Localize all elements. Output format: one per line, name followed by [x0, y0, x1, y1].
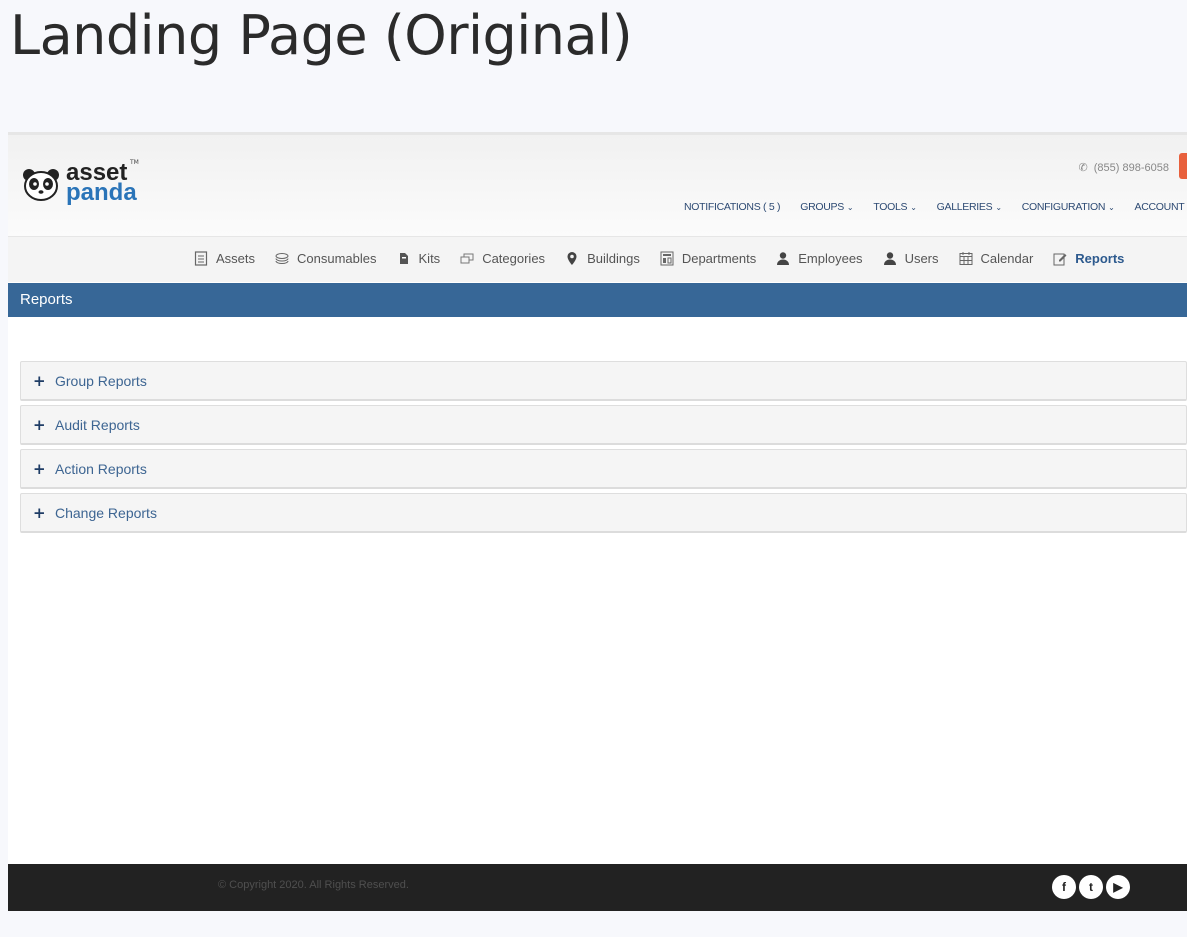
nav-configuration[interactable]: CONFIGURATION ⌄	[1022, 201, 1115, 213]
panda-logo-icon	[23, 169, 59, 201]
subnav-item-calendar[interactable]: Calendar	[959, 251, 1034, 266]
plus-icon: +	[33, 459, 46, 478]
logo-trademark: TM	[130, 159, 139, 166]
copyright-text: © Copyright 2020. All Rights Reserved.	[218, 879, 409, 891]
stack-icon	[275, 253, 289, 265]
chevron-down-icon: ⌄	[910, 202, 917, 212]
subnav-item-assets[interactable]: Assets	[194, 251, 255, 266]
subnav-label: Calendar	[980, 251, 1034, 266]
subnav-label: Buildings	[587, 251, 640, 266]
nav-account[interactable]: ACCOUNT	[1135, 201, 1185, 213]
department-icon	[660, 251, 674, 266]
chevron-down-icon: ⌄	[995, 202, 1002, 212]
accordion-group-reports[interactable]: + Group Reports	[20, 361, 1187, 401]
map-pin-icon	[567, 252, 577, 265]
nav-tools[interactable]: TOOLS ⌄	[873, 201, 917, 213]
chevron-down-icon: ⌄	[846, 202, 854, 212]
subnav-label: Assets	[216, 251, 256, 266]
footer: © Copyright 2020. All Rights Reserved. f…	[8, 864, 1187, 911]
nav-galleries[interactable]: GALLERIES ⌄	[937, 201, 1002, 213]
subnav-item-buildings[interactable]: Buildings	[565, 251, 640, 266]
nav-label: NOTIFICATIONS ( 5 )	[684, 201, 781, 213]
page-heading: Landing Page (Original)	[10, 4, 633, 67]
logo-text-panda: panda	[66, 179, 137, 206]
kit-icon	[399, 253, 408, 264]
plus-icon: +	[33, 503, 46, 522]
accordion-label: Change Reports	[55, 504, 157, 521]
orange-action-tab[interactable]	[1179, 153, 1187, 179]
accordion-audit-reports[interactable]: + Audit Reports	[20, 405, 1187, 445]
app-frame: asset TM panda ✆ (855) 898-6058 NOTIFICA…	[8, 132, 1187, 911]
module-navigation: Assets Consumables Kits Categories Build…	[8, 236, 1187, 282]
accordion-action-reports[interactable]: + Action Reports	[20, 449, 1187, 489]
facebook-icon[interactable]: f	[1052, 875, 1076, 899]
social-links: f t ▶	[1052, 875, 1130, 899]
subnav-label: Users	[904, 251, 939, 266]
phone-number: (855) 898-6058	[1093, 161, 1169, 174]
subnav-item-reports[interactable]: Reports	[1053, 251, 1124, 266]
person-icon	[883, 252, 896, 265]
top-navigation: NOTIFICATIONS ( 5 ) GROUPS ⌄ TOOLS ⌄ GAL…	[684, 201, 1185, 213]
nav-notifications[interactable]: NOTIFICATIONS ( 5 )	[684, 201, 781, 213]
subnav-label: Categories	[482, 251, 546, 266]
folders-icon	[460, 253, 474, 264]
document-icon	[194, 251, 208, 266]
edit-icon	[1053, 253, 1067, 266]
phone-icon: ✆	[1078, 162, 1088, 174]
section-title-bar: Reports	[8, 283, 1187, 317]
subnav-label: Kits	[418, 251, 441, 266]
accordion-change-reports[interactable]: + Change Reports	[20, 493, 1187, 533]
subnav-label: Consumables	[297, 251, 377, 266]
plus-icon: +	[33, 371, 46, 390]
subnav-label: Reports	[1075, 251, 1125, 266]
subnav-item-consumables[interactable]: Consumables	[275, 251, 377, 266]
accordion-label: Group Reports	[55, 372, 147, 389]
chevron-down-icon: ⌄	[1108, 202, 1115, 212]
nav-label: GALLERIES	[936, 201, 993, 213]
subnav-label: Employees	[798, 251, 863, 266]
youtube-icon[interactable]: ▶	[1106, 875, 1130, 899]
plus-icon: +	[33, 415, 46, 434]
nav-label: GROUPS	[800, 201, 844, 213]
subnav-item-categories[interactable]: Categories	[460, 251, 545, 266]
subnav-item-users[interactable]: Users	[883, 251, 939, 266]
logo[interactable]: asset TM panda	[22, 159, 142, 209]
accordion-label: Audit Reports	[55, 416, 140, 433]
subnav-item-departments[interactable]: Departments	[660, 251, 756, 266]
reports-accordion: + Group Reports + Audit Reports + Action…	[20, 361, 1187, 537]
calendar-icon	[959, 252, 973, 265]
subnav-item-employees[interactable]: Employees	[776, 251, 863, 266]
phone-contact: ✆ (855) 898-6058	[1078, 161, 1169, 175]
nav-groups[interactable]: GROUPS ⌄	[800, 201, 853, 213]
person-icon	[777, 252, 790, 265]
nav-label: ACCOUNT	[1134, 201, 1185, 213]
subnav-item-kits[interactable]: Kits	[397, 251, 441, 266]
accordion-label: Action Reports	[55, 460, 147, 477]
twitter-icon[interactable]: t	[1079, 875, 1103, 899]
subnav-label: Departments	[681, 251, 757, 266]
nav-label: TOOLS	[873, 201, 908, 213]
nav-label: CONFIGURATION	[1021, 201, 1106, 213]
top-header: asset TM panda ✆ (855) 898-6058 NOTIFICA…	[8, 132, 1187, 236]
